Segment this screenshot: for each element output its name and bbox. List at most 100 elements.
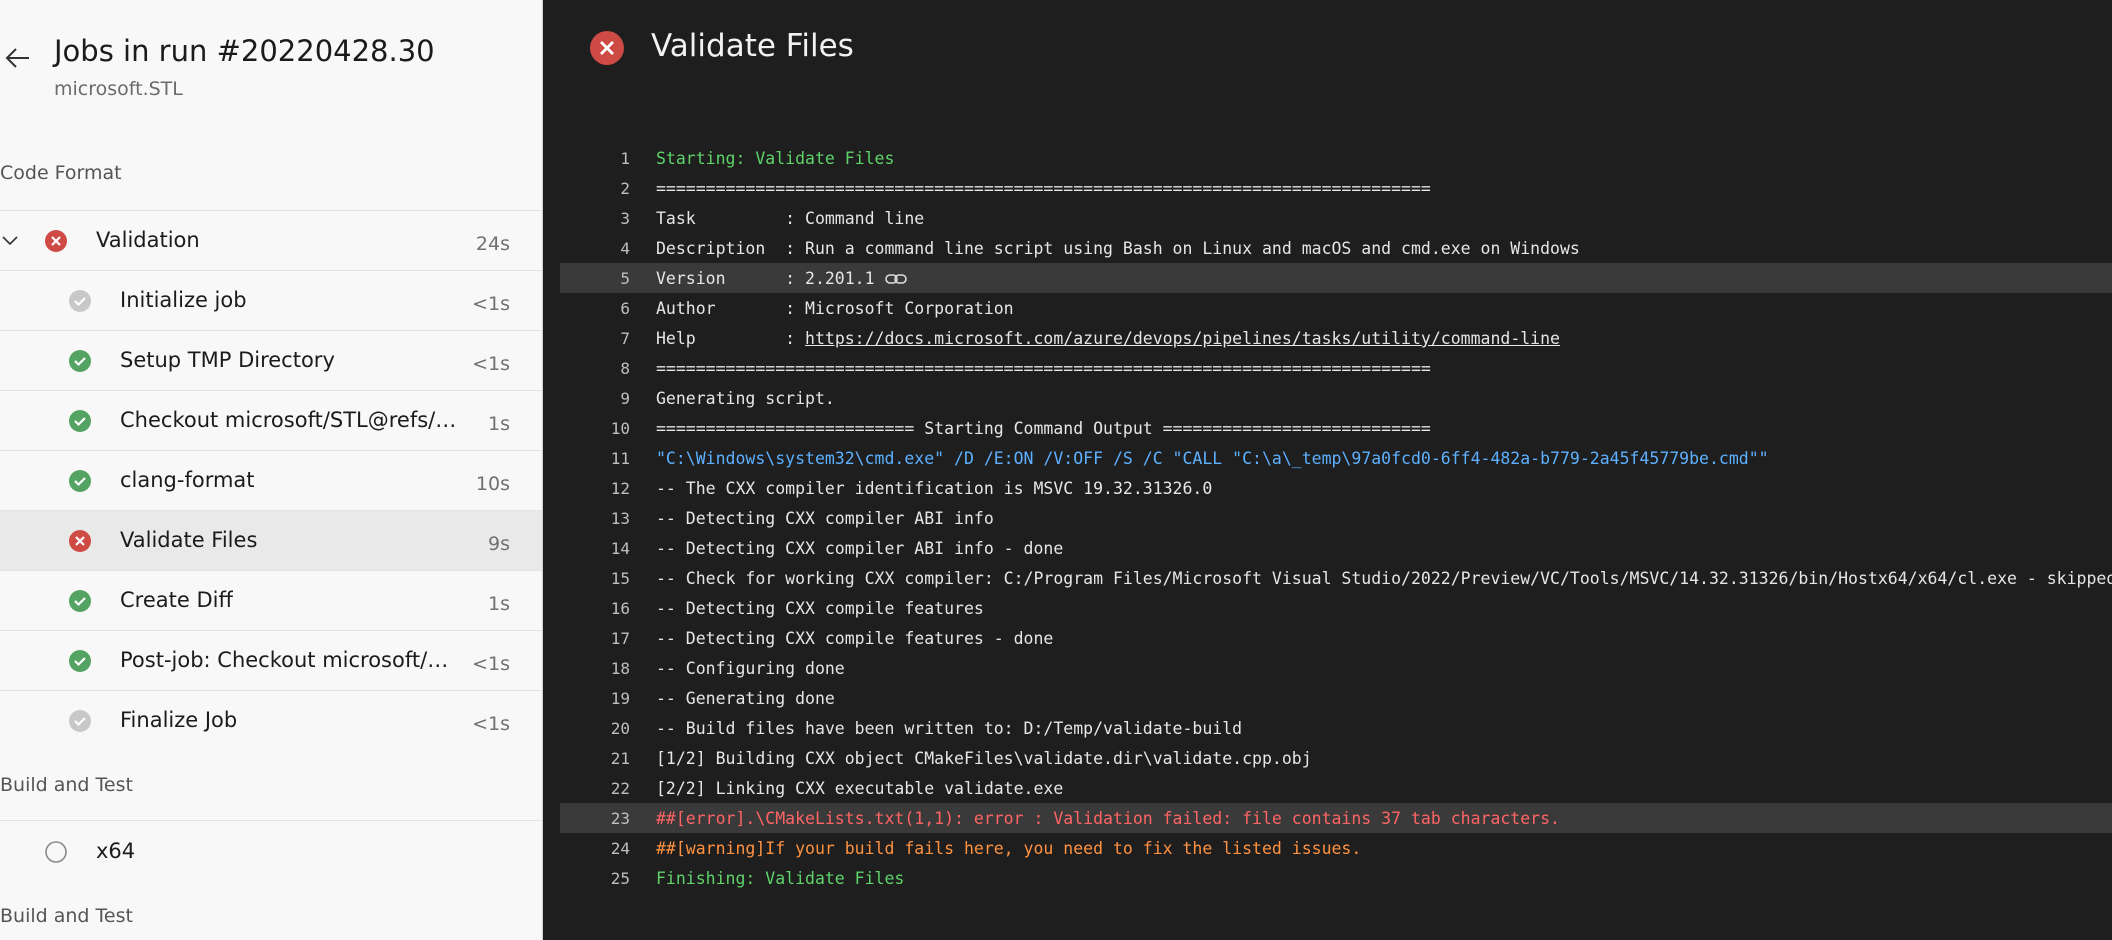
failed-status-icon <box>69 530 91 552</box>
success-status-icon <box>69 350 91 372</box>
line-number: 13 <box>610 509 630 528</box>
job-validation[interactable]: Validation 24s <box>0 211 542 271</box>
help-link[interactable]: https://docs.microsoft.com/azure/devops/… <box>805 329 1560 348</box>
log-line: -- Generating done <box>656 689 835 708</box>
line-number: 16 <box>610 599 630 618</box>
log-line: -- Detecting CXX compiler ABI info - don… <box>656 539 1064 558</box>
step-duration: 9s <box>488 533 510 555</box>
line-number: 24 <box>610 839 630 858</box>
log-line: -- The CXX compiler identification is MS… <box>656 479 1213 498</box>
step-duration: <1s <box>472 713 510 735</box>
link-icon[interactable] <box>884 272 907 286</box>
line-number: 19 <box>610 689 630 708</box>
log-line: Author : Microsoft Corporation <box>656 299 1014 318</box>
job-label: Validation <box>96 228 200 252</box>
job-label: x64 <box>96 839 136 863</box>
step-initialize-job[interactable]: Initialize job <1s <box>0 271 542 331</box>
log-line: Task : Command line <box>656 209 925 228</box>
highlighted-log-line: 5 Version : 2.201.1 <box>560 263 2112 293</box>
line-number: 10 <box>610 419 630 438</box>
log-line: ========================== Starting Comm… <box>656 419 1431 438</box>
line-number: 4 <box>620 239 630 258</box>
line-number: 8 <box>620 359 630 378</box>
stage-header-code-format: Code Format <box>0 162 122 184</box>
step-label: Finalize Job <box>120 708 238 732</box>
log-line: ========================================… <box>656 359 1431 378</box>
log-warning-line: ##[warning]If your build fails here, you… <box>656 839 1362 858</box>
step-duration: <1s <box>472 353 510 375</box>
step-label: clang-format <box>120 468 255 492</box>
run-title: Jobs in run #20220428.30 <box>54 34 435 68</box>
line-number: 3 <box>620 209 630 228</box>
step-setup-tmp-directory[interactable]: Setup TMP Directory <1s <box>0 331 542 391</box>
skipped-status-icon <box>69 290 91 312</box>
line-number: 20 <box>610 719 630 738</box>
line-number: 5 <box>620 269 630 288</box>
line-number: 22 <box>610 779 630 798</box>
step-title: Validate Files <box>651 28 854 64</box>
log-line: Version : 2.201.1 <box>656 269 907 288</box>
log-line: -- Configuring done <box>656 659 845 678</box>
line-number: 15 <box>610 569 630 588</box>
line-number: 12 <box>610 479 630 498</box>
repo-name: microsoft.STL <box>54 78 183 100</box>
step-label: Checkout microsoft/STL@refs/pul... <box>120 408 460 432</box>
line-number: 14 <box>610 539 630 558</box>
step-label: Create Diff <box>120 588 233 612</box>
log-line: Finishing: Validate Files <box>656 869 905 888</box>
divider <box>0 820 542 821</box>
step-post-job-checkout[interactable]: Post-job: Checkout microsoft/ST... <1s <box>0 631 542 691</box>
step-create-diff[interactable]: Create Diff 1s <box>0 571 542 631</box>
pending-status-icon <box>45 841 67 863</box>
log-line: [2/2] Linking CXX executable validate.ex… <box>656 779 1064 798</box>
line-number: 2 <box>620 179 630 198</box>
log-line: -- Detecting CXX compiler ABI info <box>656 509 994 528</box>
failed-status-icon <box>45 230 67 252</box>
step-label: Post-job: Checkout microsoft/ST... <box>120 648 450 672</box>
line-number: 11 <box>610 449 630 468</box>
jobs-sidebar: Jobs in run #20220428.30 microsoft.STL C… <box>0 0 543 940</box>
success-status-icon <box>69 650 91 672</box>
log-line: Help : https://docs.microsoft.com/azure/… <box>656 329 1560 348</box>
success-status-icon <box>69 470 91 492</box>
log-line: -- Detecting CXX compile features - done <box>656 629 1054 648</box>
success-status-icon <box>69 410 91 432</box>
step-label: Setup TMP Directory <box>120 348 335 372</box>
line-number: 18 <box>610 659 630 678</box>
step-label: Initialize job <box>120 288 247 312</box>
line-number: 17 <box>610 629 630 648</box>
step-finalize-job[interactable]: Finalize Job <1s <box>0 691 542 751</box>
stage-header-build-and-test: Build and Test <box>0 774 133 796</box>
job-x64[interactable]: x64 <box>0 822 542 882</box>
line-number: 6 <box>620 299 630 318</box>
line-number: 25 <box>610 869 630 888</box>
line-number: 7 <box>620 329 630 348</box>
log-line: -- Check for working CXX compiler: C:/Pr… <box>656 569 2112 588</box>
stage-header-build-and-test: Build and Test <box>0 905 133 927</box>
log-line: ========================================… <box>656 179 1431 198</box>
log-error-line: ##[error].\CMakeLists.txt(1,1): error : … <box>656 809 1560 828</box>
log-line: [1/2] Building CXX object CMakeFiles\val… <box>656 749 1312 768</box>
step-duration: 10s <box>475 473 510 495</box>
line-number: 1 <box>620 149 630 168</box>
step-validate-files[interactable]: Validate Files 9s <box>0 511 542 571</box>
job-duration: 24s <box>475 233 510 255</box>
log-line: -- Detecting CXX compile features <box>656 599 984 618</box>
line-number: 21 <box>610 749 630 768</box>
back-arrow-icon[interactable] <box>3 44 31 72</box>
highlighted-log-line: 23 ##[error].\CMakeLists.txt(1,1): error … <box>560 803 2112 833</box>
chevron-down-icon[interactable] <box>2 233 18 249</box>
log-line: -- Build files have been written to: D:/… <box>656 719 1243 738</box>
step-duration: <1s <box>472 653 510 675</box>
log-line: "C:\Windows\system32\cmd.exe" /D /E:ON /… <box>656 449 1769 468</box>
step-duration: <1s <box>472 293 510 315</box>
log-panel: Validate Files 1 Starting: Validate Files… <box>543 0 2112 940</box>
step-duration: 1s <box>488 593 510 615</box>
log-line-prefix: Help : <box>656 329 806 348</box>
step-label: Validate Files <box>120 528 258 552</box>
failed-status-icon <box>590 31 624 65</box>
log-line: Generating script. <box>656 389 835 408</box>
step-duration: 1s <box>488 413 510 435</box>
step-checkout[interactable]: Checkout microsoft/STL@refs/pul... 1s <box>0 391 542 451</box>
step-clang-format[interactable]: clang-format 10s <box>0 451 542 511</box>
